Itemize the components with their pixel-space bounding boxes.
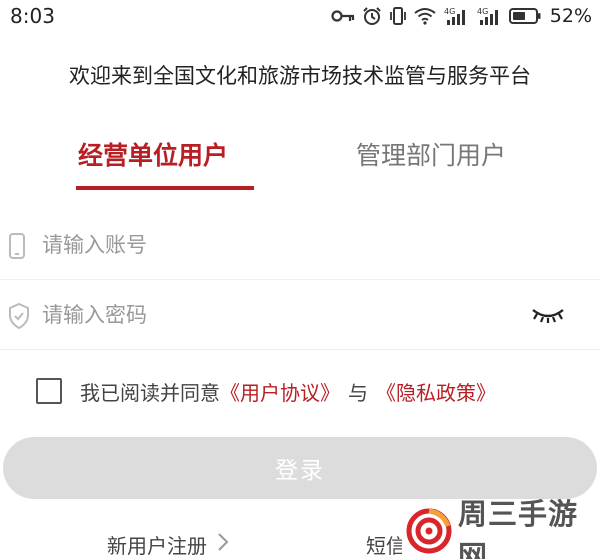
agreement-prefix: 我已阅读并同意 <box>80 380 220 405</box>
alarm-icon <box>363 7 381 25</box>
user-agreement-link[interactable]: 《用户协议》 <box>220 377 340 406</box>
watermark-logo-icon <box>406 508 452 558</box>
svg-text:4G: 4G <box>477 7 488 16</box>
password-field <box>0 280 600 350</box>
agreement-checkbox[interactable] <box>36 378 62 404</box>
watermark: 周三手游网 <box>402 497 600 559</box>
status-icons: 4G 4G 52% <box>331 5 592 27</box>
register-link[interactable]: 新用户注册 <box>107 530 229 559</box>
password-input[interactable] <box>42 298 502 332</box>
eye-closed-icon[interactable] <box>530 302 566 330</box>
status-bar: 8:03 4G 4G 52% <box>0 0 600 34</box>
wifi-icon <box>414 8 436 25</box>
svg-text:4G: 4G <box>444 7 455 16</box>
welcome-title: 欢迎来到全国文化和旅游市场技术监管与服务平台 <box>69 64 531 88</box>
phone-icon <box>7 232 27 264</box>
active-tab-indicator <box>76 186 254 190</box>
signal-4g-icon: 4G <box>444 7 465 25</box>
battery-percentage: 52% <box>549 5 592 27</box>
account-input[interactable] <box>42 228 502 262</box>
status-time: 8:03 <box>10 4 55 28</box>
sms-login-link[interactable]: 短信 <box>366 530 406 559</box>
battery-icon <box>508 8 541 24</box>
tab-business-user[interactable]: 经营单位用户 <box>78 136 228 172</box>
tab-admin-user[interactable]: 管理部门用户 <box>356 136 506 172</box>
register-label: 新用户注册 <box>107 534 207 558</box>
account-field <box>0 210 600 280</box>
vibrate-icon <box>389 7 406 25</box>
agreement-row: 我已阅读并同意 《用户协议》 与 《隐私政策》 <box>36 375 496 407</box>
shield-icon <box>7 302 31 334</box>
signal-4g-icon: 4G <box>477 7 498 25</box>
watermark-text: 周三手游网 <box>458 496 579 559</box>
chevron-right-icon <box>217 532 229 557</box>
agreement-connector: 与 <box>348 380 368 405</box>
privacy-policy-link[interactable]: 《隐私政策》 <box>376 377 496 406</box>
key-icon <box>331 10 354 22</box>
